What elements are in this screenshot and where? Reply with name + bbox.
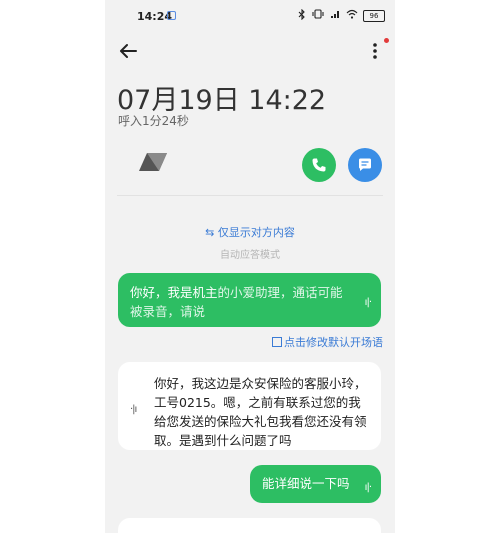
message-text: 能详细说一下吗 — [262, 476, 350, 491]
divider — [117, 195, 383, 196]
call-duration: 呼入1分24秒 — [118, 114, 189, 128]
show-other-party-link[interactable]: ⇆ 仅显示对方内容 — [105, 224, 395, 240]
status-icons: 96 — [298, 8, 385, 24]
message-bubble-caller: ·|ı 你好，我这边是众安保险的客服小玲，工号0215。嗯，之前有联系过您的我给… — [118, 362, 381, 450]
signal-icon — [330, 9, 341, 23]
show-other-party-label: 仅显示对方内容 — [217, 226, 295, 239]
bluetooth-icon — [298, 8, 306, 24]
vibrate-icon — [311, 9, 325, 23]
audio-wave-icon[interactable]: ı|· — [365, 478, 372, 497]
arrow-left-icon — [120, 44, 137, 58]
message-icon — [359, 158, 371, 171]
battery-icon: 96 — [363, 10, 385, 22]
app-notification-icon — [167, 11, 176, 20]
message-text-part: 你好，我是机主 — [130, 285, 218, 300]
status-bar: 14:24 96 — [105, 0, 395, 34]
audio-wave-icon[interactable]: ·|ı — [130, 400, 137, 419]
caller-logo — [139, 152, 169, 176]
top-bar — [105, 34, 395, 68]
more-options-button[interactable] — [367, 40, 383, 62]
notification-dot — [384, 38, 389, 43]
caller-logo-icon — [139, 153, 167, 171]
message-bubble-caller-partial — [118, 518, 381, 533]
swap-icon: ⇆ — [205, 226, 215, 239]
message-text: 你好，我这边是众安保险的客服小玲，工号0215。嗯，之前有联系过您的我给您发送的… — [154, 376, 367, 448]
edit-greeting-link[interactable]: 点击修改默认开场语 — [272, 334, 383, 350]
message-button[interactable] — [348, 148, 382, 182]
wifi-icon — [346, 9, 358, 23]
message-bubble-assistant: 你好，我是机主的小爱助理，通话可能被录音，请说 ı|· — [118, 273, 381, 327]
audio-wave-icon[interactable]: ı|· — [365, 293, 372, 312]
phone-icon — [312, 158, 326, 172]
message-bubble-assistant: 能详细说一下吗 ı|· — [250, 465, 381, 503]
auto-answer-mode-label: 自动应答模式 — [220, 250, 280, 261]
more-vertical-icon — [373, 43, 377, 59]
back-button[interactable] — [117, 40, 141, 62]
phone-screen: 14:24 96 07月19日 14:22 呼入1分24秒 ⇆ 仅显示对方内容 … — [105, 0, 395, 533]
edit-icon — [272, 337, 282, 347]
call-button[interactable] — [302, 148, 336, 182]
edit-greeting-label: 点击修改默认开场语 — [284, 336, 383, 349]
